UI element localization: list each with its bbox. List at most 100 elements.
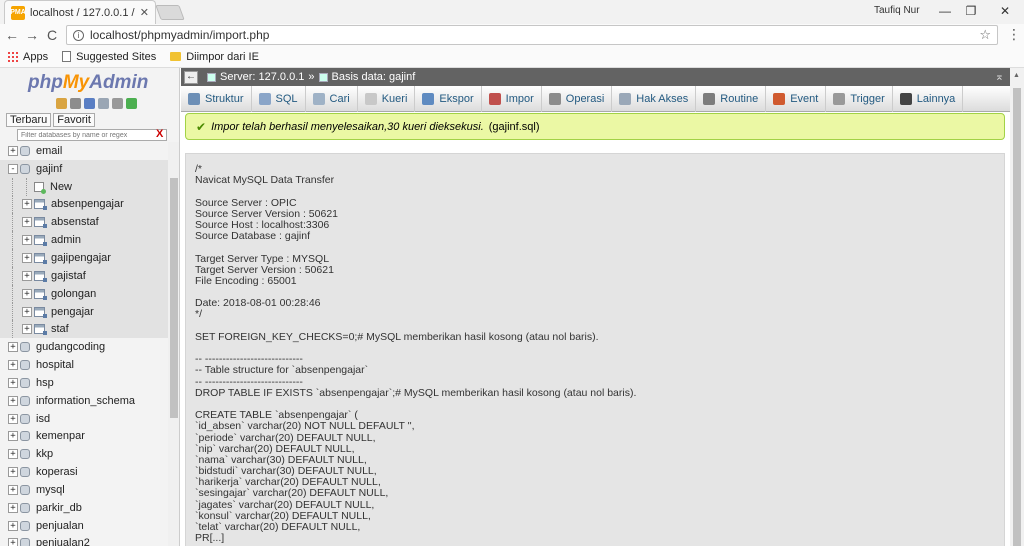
database-item[interactable]: + email — [0, 142, 168, 160]
expand-icon[interactable]: + — [8, 484, 18, 495]
table-item[interactable]: + staf — [0, 320, 168, 339]
nav-scrollbar-thumb[interactable] — [170, 178, 178, 418]
breadcrumb-database[interactable]: Basis data: gajinf — [332, 71, 416, 83]
tree-item-label: absenpengajar — [51, 198, 124, 211]
database-item[interactable]: + hospital — [0, 356, 168, 374]
reload-nav-icon[interactable] — [126, 98, 137, 109]
database-item[interactable]: + koperasi — [0, 463, 168, 481]
tab-impor[interactable]: Impor — [482, 85, 542, 112]
collapse-icon[interactable]: - — [8, 163, 18, 174]
main-scrollbar-thumb[interactable] — [1013, 88, 1021, 546]
tab-lainnya[interactable]: Lainnya — [893, 85, 964, 112]
collapse-nav-icon[interactable]: ← — [184, 70, 198, 84]
expand-icon[interactable]: + — [22, 235, 32, 246]
new-tab-button[interactable] — [155, 5, 185, 20]
database-item[interactable]: + penjualan2 — [0, 535, 168, 546]
expand-icon[interactable]: + — [22, 324, 32, 335]
tab-sql[interactable]: SQL — [252, 85, 306, 112]
expand-icon[interactable]: + — [8, 377, 18, 388]
home-icon[interactable] — [56, 98, 67, 109]
profile-name[interactable]: Taufiq Nur — [874, 5, 920, 16]
tab-trigger[interactable]: Trigger — [826, 85, 893, 112]
help-icon[interactable] — [84, 98, 95, 109]
table-item[interactable]: + gajipengajar — [0, 249, 168, 267]
info-icon[interactable]: i — [73, 29, 84, 41]
bookmark-star-icon[interactable]: ☆ — [979, 27, 991, 43]
expand-icon[interactable]: + — [8, 145, 18, 156]
back-icon[interactable]: ← — [2, 27, 22, 43]
tab-struktur[interactable]: Struktur — [181, 85, 252, 112]
database-item[interactable]: + penjualan — [0, 517, 168, 535]
table-item[interactable]: + gajistaf — [0, 266, 168, 285]
database-item[interactable]: + information_schema — [0, 392, 168, 410]
database-item[interactable]: + parkir_db — [0, 499, 168, 517]
close-window-icon[interactable]: ✕ — [990, 2, 1020, 20]
tab-operasi[interactable]: Operasi — [542, 85, 613, 112]
expand-icon[interactable]: + — [8, 413, 18, 424]
database-filter-input[interactable] — [17, 129, 167, 141]
clear-filter-icon[interactable]: X — [156, 128, 163, 140]
breadcrumb-server[interactable]: Server: 127.0.0.1 — [220, 71, 304, 83]
database-icon — [20, 520, 30, 531]
docs-icon[interactable] — [98, 98, 109, 109]
forward-icon[interactable]: → — [22, 27, 42, 43]
table-item[interactable]: + absenpengajar — [0, 195, 168, 214]
database-item[interactable]: + mysql — [0, 481, 168, 499]
tab-hak-akses[interactable]: Hak Akses — [612, 85, 697, 112]
database-item[interactable]: + kemenpar — [0, 428, 168, 446]
scroll-top-icon[interactable]: ⌅ — [995, 70, 1004, 83]
expand-icon[interactable]: + — [8, 467, 18, 478]
tab-event[interactable]: Event — [766, 85, 827, 112]
expand-icon[interactable]: + — [8, 395, 18, 406]
browser-tab[interactable]: PMA localhost / 127.0.0.1 / ga ✕ — [4, 0, 156, 24]
browser-menu-icon[interactable]: ⋮ — [1007, 26, 1021, 43]
tab-ekspor[interactable]: Ekspor — [415, 85, 482, 112]
reload-icon[interactable]: C — [42, 27, 62, 43]
settings-icon[interactable] — [112, 98, 123, 109]
imported-file: (gajinf.sql) — [488, 120, 540, 133]
bookmark-imported-ie[interactable]: Diimpor dari IE — [170, 51, 259, 63]
database-item[interactable]: + gudangcoding — [0, 338, 168, 356]
expand-icon[interactable]: + — [22, 288, 32, 299]
url-input[interactable]: i localhost/phpmyadmin/import.php ☆ — [66, 25, 998, 45]
expand-icon[interactable]: + — [8, 502, 18, 513]
expand-icon[interactable]: + — [22, 306, 32, 317]
expand-icon[interactable]: + — [8, 431, 18, 442]
expand-icon[interactable]: + — [8, 538, 18, 546]
restore-icon[interactable]: ❐ — [956, 2, 986, 20]
scroll-up-icon[interactable]: ▲ — [1013, 72, 1020, 79]
table-item[interactable]: + pengajar — [0, 302, 168, 321]
expand-icon[interactable]: + — [22, 199, 32, 210]
close-tab-icon[interactable]: ✕ — [140, 6, 149, 19]
tab-routine[interactable]: Routine — [696, 85, 767, 112]
tab-favorite[interactable]: Favorit — [53, 113, 95, 127]
database-item[interactable]: + isd — [0, 410, 168, 428]
phpmyadmin-logo[interactable]: phpMyAdmin — [28, 72, 148, 94]
expand-icon[interactable]: + — [8, 449, 18, 460]
table-item[interactable]: + golongan — [0, 284, 168, 303]
tab-kueri[interactable]: Kueri — [358, 85, 416, 112]
tab-recent[interactable]: Terbaru — [6, 113, 52, 127]
database-item[interactable]: - gajinf — [0, 159, 168, 178]
database-item[interactable]: + hsp — [0, 374, 168, 392]
bookmark-apps[interactable]: Apps — [8, 51, 48, 63]
table-item[interactable]: + absenstaf — [0, 213, 168, 232]
database-item[interactable]: + kkp — [0, 445, 168, 463]
main-scrollbar[interactable]: ▲ — [1010, 68, 1024, 546]
expand-icon[interactable]: + — [22, 217, 32, 228]
expand-icon[interactable]: + — [22, 270, 32, 281]
tree-item-label: absenstaf — [51, 216, 99, 229]
tab-cari[interactable]: Cari — [306, 85, 358, 112]
expand-icon[interactable]: + — [22, 252, 32, 263]
sql-line: Target Server Type : MYSQL — [195, 252, 330, 265]
expand-icon[interactable]: + — [8, 360, 18, 371]
bookmark-suggested-sites[interactable]: Suggested Sites — [62, 51, 156, 63]
logout-icon[interactable] — [70, 98, 81, 109]
expand-icon[interactable]: + — [8, 520, 18, 531]
new-table-item[interactable]: New — [0, 177, 168, 196]
expand-icon[interactable]: + — [8, 342, 18, 353]
menu-label: Cari — [329, 92, 350, 105]
table-item[interactable]: + admin — [0, 231, 168, 250]
